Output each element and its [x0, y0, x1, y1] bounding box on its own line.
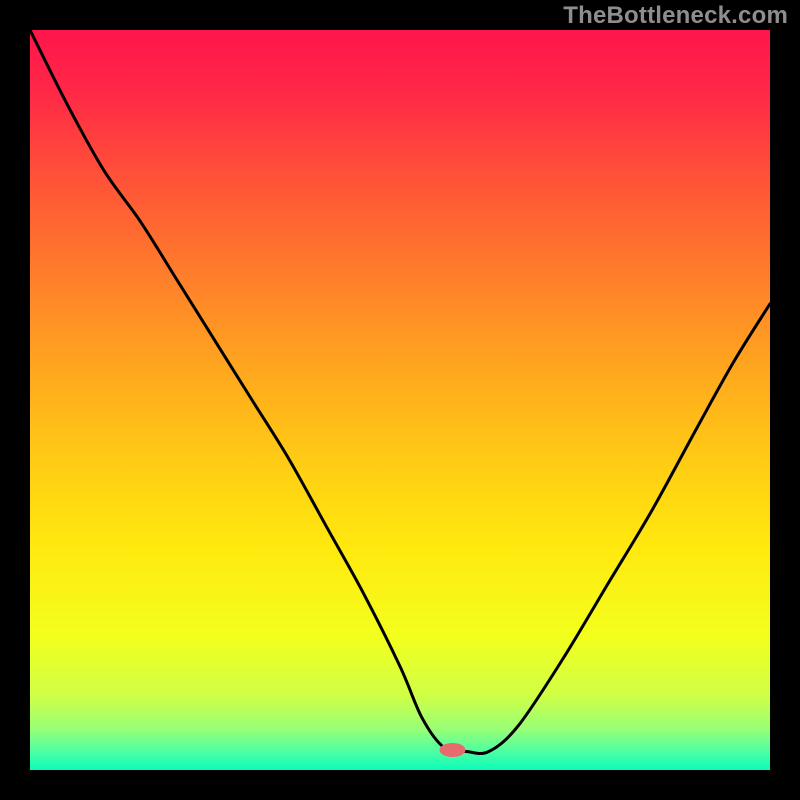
optimal-marker	[440, 743, 466, 757]
gradient-background	[30, 30, 770, 770]
bottleneck-chart	[30, 30, 770, 770]
watermark-text: TheBottleneck.com	[563, 2, 788, 30]
chart-frame: TheBottleneck.com	[0, 0, 800, 800]
